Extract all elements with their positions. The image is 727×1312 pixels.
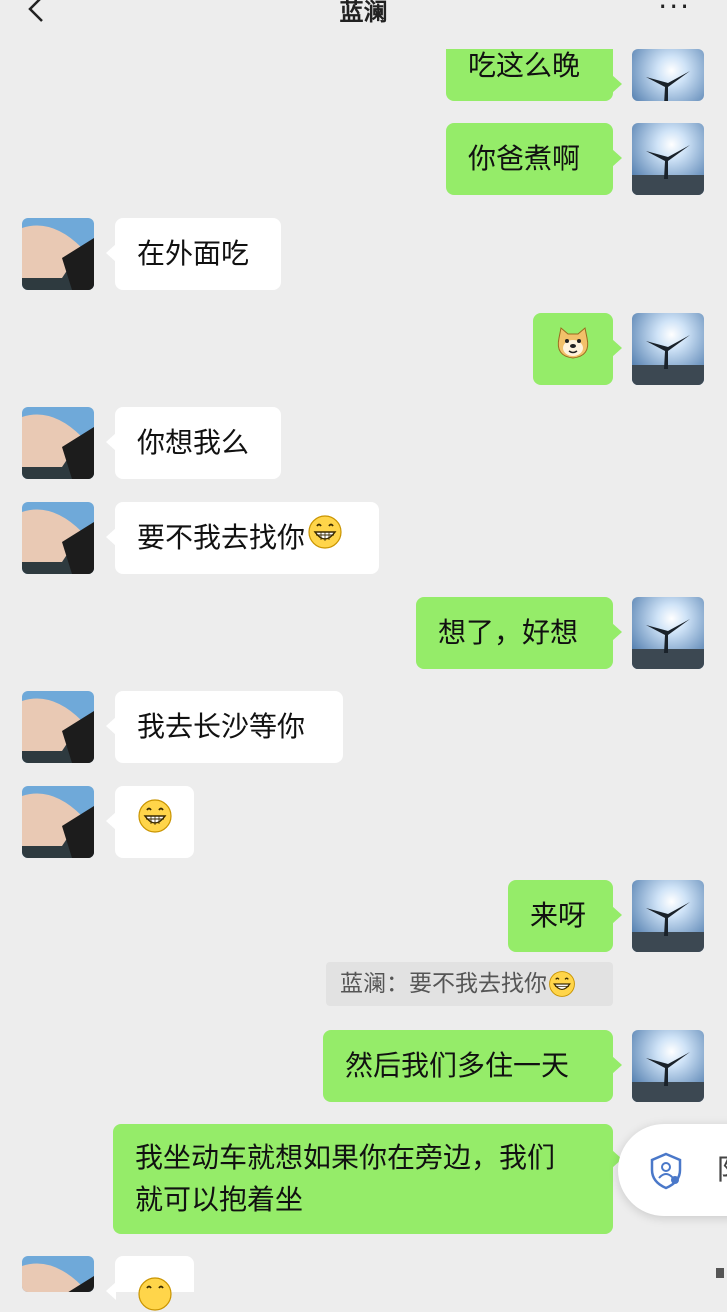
doge-emoji [555,326,591,372]
grin-emoji [137,798,173,846]
contact-avatar[interactable] [22,691,94,763]
contact-avatar[interactable] [22,786,94,858]
contact-avatar[interactable] [22,502,94,574]
grin-emoji [137,1276,173,1312]
my-avatar[interactable] [632,313,704,385]
more-icon[interactable]: ··· [658,0,691,23]
grin-emoji [307,514,343,562]
message-text: 你想我么 [137,426,250,459]
message-bubble[interactable]: 要不我去找你 [106,502,379,574]
message-bubble[interactable] [106,786,194,858]
message-bubble[interactable]: 我坐动车就想如果你在旁边，我们 就可以抱着坐 [113,1124,622,1234]
message-bubble[interactable]: 吃这么晚 [446,49,622,101]
chat-header: 蓝澜 ··· [0,0,727,40]
chat-title: 蓝澜 [339,0,388,26]
message-text: 要不我去找你 [137,521,306,554]
message-text: 我去长沙等你 [137,710,306,743]
message-bubble[interactable]: 你想我么 [106,407,281,479]
scrollbar[interactable] [716,1268,724,1278]
contact-avatar[interactable] [22,218,94,290]
message-bubble[interactable] [533,313,622,385]
contact-avatar[interactable] [22,1256,94,1292]
my-avatar[interactable] [632,597,704,669]
message-text: 在外面吃 [137,237,250,270]
message-bubble[interactable] [106,1256,194,1311]
shield-user-icon [648,1152,684,1194]
my-avatar[interactable] [632,49,704,101]
message-bubble[interactable]: 来呀 [508,880,622,952]
message-bubble[interactable]: 你爸煮啊 [446,123,622,195]
quote-text: 蓝澜：要不我去找你 [340,971,547,997]
contact-avatar[interactable] [22,407,94,479]
quoted-message[interactable]: 蓝澜：要不我去找你 [326,962,613,1006]
my-avatar[interactable] [632,123,704,195]
message-bubble[interactable]: 在外面吃 [106,218,281,290]
message-bubble[interactable]: 我去长沙等你 [106,691,343,763]
message-text: 你爸煮啊 [468,142,581,175]
my-avatar[interactable] [632,1030,704,1102]
floating-button-label: 阝 [716,1148,727,1188]
message-text: 来呀 [530,899,587,932]
message-text: 想了，好想 [438,616,579,649]
message-text-line: 就可以抱着坐 [135,1183,304,1216]
grin-emoji [548,970,576,998]
my-avatar[interactable] [632,880,704,952]
message-text: 然后我们多住一天 [345,1049,570,1082]
message-text-line: 我坐动车就想如果你在旁边，我们 [135,1141,556,1174]
floating-shield-button[interactable]: 阝 [618,1124,727,1216]
message-bubble[interactable]: 想了，好想 [416,597,622,669]
message-bubble[interactable]: 然后我们多住一天 [323,1030,622,1102]
message-text: 吃这么晚 [468,49,581,82]
